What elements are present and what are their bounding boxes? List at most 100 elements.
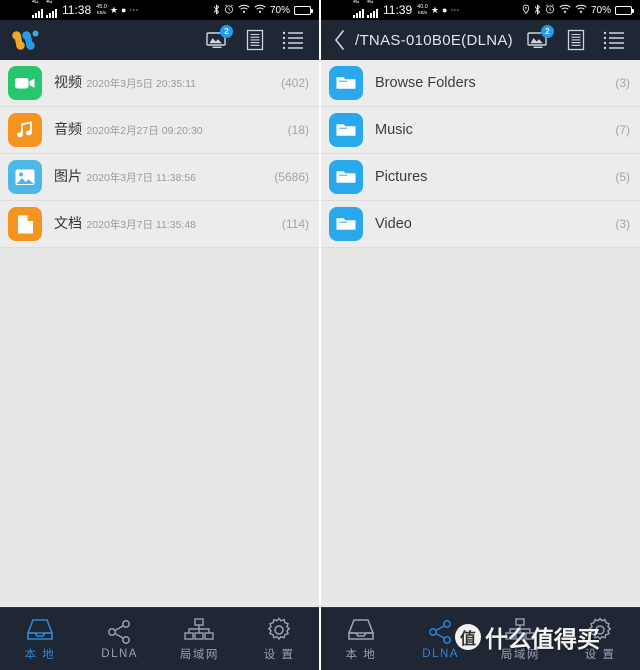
- cast-screen-icon[interactable]: 2: [205, 25, 233, 52]
- list-view-icon[interactable]: [602, 28, 626, 52]
- nav-label-dlna: DLNA: [101, 647, 138, 660]
- nav-label-local: 本 地: [345, 648, 377, 661]
- list-item-title: Browse Folders: [375, 75, 476, 91]
- list-item-count: (3): [615, 76, 630, 90]
- circle-icon: ●: [120, 4, 127, 15]
- inbox-icon: [25, 617, 55, 643]
- wifi-icon-1: [238, 4, 250, 16]
- cast-badge: 2: [541, 25, 554, 38]
- gear-icon: [587, 616, 613, 643]
- image-icon: [8, 160, 42, 194]
- list-item[interactable]: Video (3): [321, 201, 640, 248]
- share-nodes-icon: [107, 619, 133, 645]
- list-item-count: (18): [287, 123, 309, 137]
- nav-item-local[interactable]: 本 地: [0, 608, 80, 670]
- network-speed-unit: KB/s: [96, 10, 107, 15]
- list-item-text: Browse Folders: [375, 74, 607, 92]
- nav-item-lan[interactable]: 局域网: [481, 608, 561, 670]
- star-icon: ★: [109, 4, 118, 15]
- nav-label-local: 本 地: [24, 648, 56, 661]
- bluetooth-icon: [534, 3, 541, 17]
- nav-item-settings[interactable]: 设 置: [560, 608, 640, 670]
- app-logo: [10, 27, 44, 53]
- right-app-bar: /TNAS-010B0E(DLNA) 2: [321, 20, 640, 60]
- list-item-count: (3): [615, 217, 630, 231]
- list-item[interactable]: 视频 2020年3月5日 20:35:11 (402): [0, 60, 319, 107]
- list-item-title: Video: [375, 216, 412, 232]
- music-note-icon: [8, 113, 42, 147]
- status-bar-right-group: 70%: [213, 3, 313, 17]
- bluetooth-icon: [213, 3, 220, 17]
- network-type-label-1: 4G: [32, 0, 39, 5]
- left-app-bar: 2: [0, 20, 319, 60]
- list-view-icon[interactable]: [281, 28, 305, 52]
- document-list-icon[interactable]: [564, 28, 588, 52]
- document-list-icon[interactable]: [243, 28, 267, 52]
- list-item[interactable]: Browse Folders (3): [321, 60, 640, 107]
- status-bar-left-group: 4G 4G 11:38 45.0 KB/s ★ ● ⋯: [32, 0, 139, 18]
- nav-item-lan[interactable]: 局域网: [160, 608, 240, 670]
- right-folder-list: Browse Folders (3) Music (7) Pictures (5…: [321, 60, 640, 607]
- list-item-title: 音频: [54, 121, 82, 137]
- left-bottom-nav: 本 地 DLNA 局域网 设 置: [0, 607, 319, 670]
- back-chevron-icon[interactable]: [329, 27, 351, 53]
- nav-item-local[interactable]: 本 地: [321, 608, 401, 670]
- share-nodes-icon: [428, 619, 454, 645]
- status-bar-right-group: 70%: [522, 3, 634, 17]
- wifi-icon-2: [254, 4, 266, 16]
- cast-screen-icon[interactable]: 2: [526, 25, 554, 52]
- list-item[interactable]: 文档 2020年3月7日 11:35:48 (114): [0, 201, 319, 248]
- list-item-title: Pictures: [375, 169, 428, 185]
- nav-item-dlna[interactable]: DLNA: [80, 608, 160, 670]
- inbox-icon: [346, 617, 376, 643]
- cast-badge: 2: [220, 25, 233, 38]
- page-title: /TNAS-010B0E(DLNA): [355, 31, 513, 49]
- folder-icon: [329, 66, 363, 100]
- right-panel: 4G 4G 11:39 40.0 KB/s ★ ● ⋯ 70% /TNAS-01…: [321, 0, 640, 670]
- status-bar-clock: 11:39: [383, 3, 413, 17]
- network-speed-unit: KB/s: [417, 10, 428, 15]
- document-icon: [8, 207, 42, 241]
- alarm-clock-icon: [545, 4, 555, 16]
- nav-label-lan: 局域网: [500, 648, 540, 661]
- dual-screenshot-container: 4G 4G 11:38 45.0 KB/s ★ ● ⋯ 70% 2 视频 202…: [0, 0, 640, 670]
- alarm-clock-icon: [224, 4, 234, 16]
- list-item-count: (7): [615, 123, 630, 137]
- ellipsis-icon: ⋯: [129, 4, 139, 15]
- signal-bars-icon-2: 4G: [46, 0, 57, 18]
- list-item-subtitle: 2020年3月7日 11:35:48: [86, 219, 197, 231]
- list-item-count: (5686): [274, 170, 309, 184]
- network-speed-indicator: 40.0 KB/s: [417, 3, 428, 16]
- list-item-subtitle: 2020年3月7日 11:38:56: [86, 172, 197, 184]
- battery-percent-label: 70%: [590, 4, 611, 16]
- list-item[interactable]: 图片 2020年3月7日 11:38:56 (5686): [0, 154, 319, 201]
- video-camera-icon: [8, 66, 42, 100]
- left-panel: 4G 4G 11:38 45.0 KB/s ★ ● ⋯ 70% 2 视频 202…: [0, 0, 319, 670]
- wifi-icon-1: [559, 4, 571, 16]
- list-item-text: 视频 2020年3月5日 20:35:11: [54, 74, 273, 92]
- list-item[interactable]: 音频 2020年2月27日 09:20:30 (18): [0, 107, 319, 154]
- status-bar-left-group: 4G 4G 11:39 40.0 KB/s ★ ● ⋯: [353, 0, 459, 18]
- signal-bars-icon-2: 4G: [367, 0, 378, 18]
- battery-icon: [615, 5, 634, 15]
- list-item-subtitle: 2020年3月5日 20:35:11: [86, 78, 197, 90]
- nav-item-settings[interactable]: 设 置: [239, 608, 319, 670]
- network-speed-value: 45.0: [96, 3, 107, 10]
- star-icon: ★: [430, 4, 439, 15]
- network-type-label-2: 4G: [46, 0, 53, 5]
- list-item[interactable]: Pictures (5): [321, 154, 640, 201]
- nav-label-settings: 设 置: [263, 648, 295, 661]
- battery-icon: [294, 5, 313, 15]
- list-item-text: Pictures: [375, 168, 607, 186]
- list-item-count: (114): [281, 217, 309, 231]
- list-item-count: (5): [615, 170, 630, 184]
- list-item[interactable]: Music (7): [321, 107, 640, 154]
- list-item-text: Video: [375, 215, 607, 233]
- folder-icon: [329, 160, 363, 194]
- right-status-bar: 4G 4G 11:39 40.0 KB/s ★ ● ⋯ 70%: [321, 0, 640, 20]
- left-appbar-actions: 2: [205, 25, 311, 52]
- nav-label-settings: 设 置: [584, 648, 616, 661]
- list-item-text: Music: [375, 121, 607, 139]
- network-speed-value: 40.0: [417, 3, 428, 10]
- nav-item-dlna[interactable]: DLNA: [401, 608, 481, 670]
